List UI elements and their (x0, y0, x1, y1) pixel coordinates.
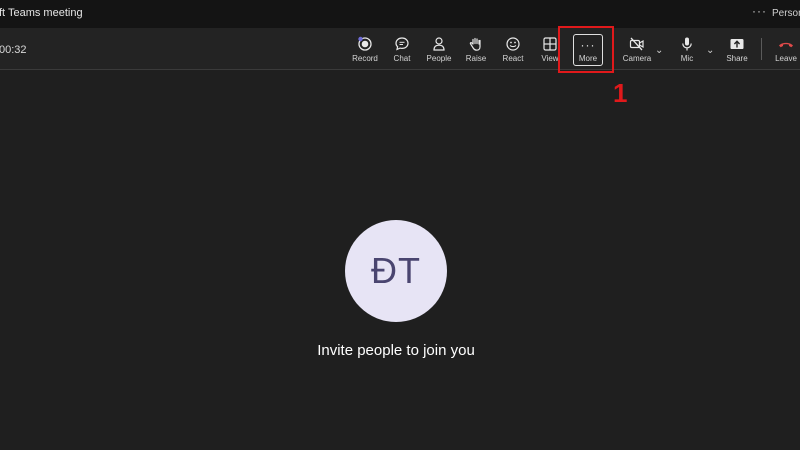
raise-label: Raise (465, 54, 487, 63)
react-icon (506, 37, 520, 51)
more-highlight-box (558, 26, 614, 73)
avatar: ĐT (345, 220, 447, 322)
leave-phone-icon (779, 42, 793, 48)
people-label: People (426, 54, 452, 63)
react-button[interactable]: React (493, 36, 533, 66)
people-button[interactable]: People (419, 36, 459, 66)
record-icon (358, 36, 372, 51)
meeting-timer: 00:32 (0, 44, 27, 56)
chat-icon (395, 37, 409, 51)
avatar-initials: ĐT (371, 250, 421, 291)
react-label: React (502, 54, 524, 63)
share-label: Share (726, 54, 748, 63)
invite-message: Invite people to join you (317, 342, 475, 359)
toolbar-divider (761, 38, 762, 60)
leave-label: Leave (775, 54, 797, 63)
chat-button[interactable]: Chat (382, 36, 422, 66)
chat-label: Chat (393, 54, 411, 63)
profile-label[interactable]: Persona (772, 8, 800, 19)
mic-icon (682, 37, 692, 51)
raise-hand-button[interactable]: Raise (456, 36, 496, 66)
mic-chevron-down-icon[interactable]: ⌄ (706, 45, 714, 56)
camera-button[interactable]: Camera (617, 36, 657, 66)
camera-off-icon (629, 37, 644, 51)
camera-label: Camera (622, 54, 652, 63)
title-more-icon[interactable]: ··· (752, 4, 767, 18)
camera-chevron-down-icon[interactable]: ⌄ (655, 45, 663, 56)
mic-label: Mic (680, 54, 694, 63)
window-title: ft Teams meeting (0, 7, 83, 19)
annotation-step-number: 1 (613, 78, 628, 108)
raise-hand-icon (469, 37, 481, 51)
share-icon (730, 39, 744, 49)
people-icon (433, 37, 445, 51)
leave-button[interactable]: Leave (766, 36, 800, 66)
mic-button[interactable]: Mic (667, 36, 707, 66)
record-button[interactable]: Record (345, 36, 385, 66)
view-grid-icon (543, 37, 557, 51)
title-bar: ft Teams meeting ··· Persona (0, 0, 800, 28)
share-button[interactable]: Share (717, 36, 757, 66)
record-label: Record (352, 54, 378, 63)
